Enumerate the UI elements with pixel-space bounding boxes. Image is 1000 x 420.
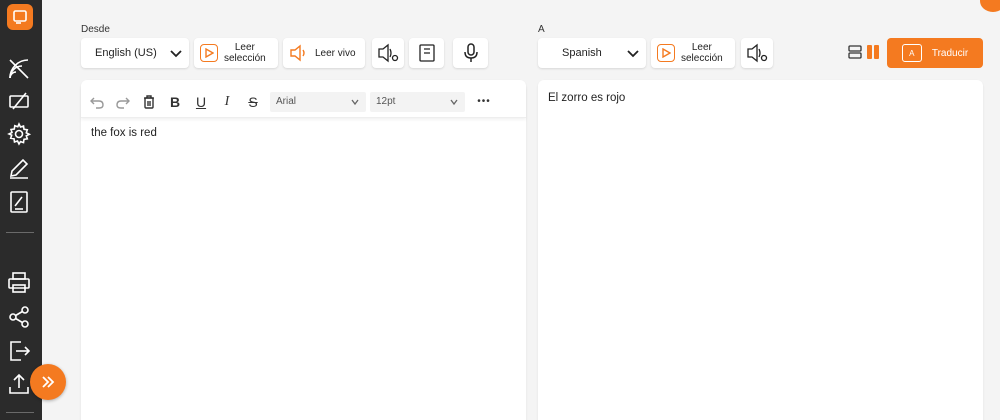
- share-icon[interactable]: [6, 304, 32, 330]
- chevron-down-icon: [170, 50, 182, 58]
- read-live-button[interactable]: Leer vivo: [283, 38, 365, 68]
- underline-icon[interactable]: U: [188, 90, 214, 114]
- expand-sidebar-button[interactable]: [30, 364, 66, 400]
- source-language-value: English (US): [95, 46, 157, 59]
- settings-gear-icon[interactable]: [6, 121, 32, 147]
- sidebar-divider-bottom: [6, 412, 34, 413]
- translate-button[interactable]: A Traducir: [887, 38, 983, 68]
- no-signal-icon[interactable]: [6, 56, 32, 82]
- target-read-selection-button[interactable]: Leer selección: [651, 38, 735, 68]
- trash-icon[interactable]: [136, 90, 162, 114]
- font-size-select[interactable]: 12pt: [370, 91, 465, 112]
- target-language-value: Spanish: [562, 46, 602, 59]
- play-icon: [657, 44, 675, 62]
- redo-icon[interactable]: [110, 90, 136, 114]
- bold-icon[interactable]: B: [162, 90, 188, 114]
- upload-icon[interactable]: [6, 371, 32, 397]
- microphone-icon: [463, 43, 478, 62]
- source-read-selection-button[interactable]: Leer selección: [194, 38, 278, 68]
- translate-label: Traducir: [931, 47, 969, 59]
- more-options-icon[interactable]: •••: [471, 90, 497, 114]
- target-output-panel: El zorro es rojo: [538, 80, 983, 420]
- voice-settings-button[interactable]: [372, 38, 404, 68]
- target-label: A: [538, 24, 545, 35]
- read-live-label: Leer vivo: [315, 47, 356, 59]
- play-icon: [200, 44, 218, 62]
- italic-icon[interactable]: I: [214, 90, 240, 114]
- document-translate-button[interactable]: [409, 38, 444, 68]
- notification-badge-icon[interactable]: [980, 0, 1000, 12]
- font-family-value: Arial: [276, 96, 297, 107]
- print-icon[interactable]: [6, 270, 32, 296]
- translate-icon: A: [901, 44, 922, 62]
- sidebar: [0, 0, 42, 420]
- strikethrough-icon[interactable]: S: [240, 90, 266, 114]
- read-selection-line1: Leer: [691, 42, 712, 53]
- horizontal-layout-icon[interactable]: [848, 45, 862, 59]
- chevron-down-icon: [450, 99, 458, 105]
- source-label: Desde: [81, 24, 110, 35]
- translated-text: El zorro es rojo: [548, 92, 626, 104]
- chevron-down-icon: [627, 50, 639, 58]
- target-voice-settings-button[interactable]: [741, 38, 773, 68]
- font-size-value: 12pt: [376, 96, 396, 107]
- speaker-icon: [290, 44, 305, 62]
- target-language-select[interactable]: Spanish: [538, 38, 646, 68]
- source-editor-panel: B U I S Arial 12pt ••• the fox is red: [81, 80, 526, 420]
- eraser-icon[interactable]: [6, 88, 32, 114]
- undo-icon[interactable]: [84, 90, 110, 114]
- read-selection-line2: selección: [224, 53, 266, 64]
- vertical-layout-icon[interactable]: [866, 44, 880, 60]
- read-selection-line1: Leer: [234, 42, 255, 53]
- font-family-select[interactable]: Arial: [270, 91, 366, 112]
- read-selection-label: Leer selección: [224, 42, 266, 64]
- editor-toolbar: B U I S Arial 12pt •••: [81, 86, 526, 118]
- speaker-settings-icon: [378, 43, 399, 63]
- read-selection-label: Leer selección: [681, 42, 723, 64]
- exit-icon[interactable]: [6, 338, 32, 364]
- read-selection-line2: selección: [681, 53, 723, 64]
- source-text[interactable]: the fox is red: [91, 127, 157, 139]
- microphone-button[interactable]: [453, 38, 488, 68]
- source-language-select[interactable]: English (US): [81, 38, 189, 68]
- document-icon: [418, 44, 435, 62]
- double-chevron-right-icon: [42, 376, 55, 388]
- speaker-settings-icon: [747, 43, 768, 63]
- sidebar-divider: [6, 232, 34, 233]
- pencil-icon[interactable]: [6, 155, 32, 181]
- chevron-down-icon: [351, 99, 359, 105]
- document-edit-icon[interactable]: [6, 189, 32, 215]
- logo-icon[interactable]: [7, 4, 33, 30]
